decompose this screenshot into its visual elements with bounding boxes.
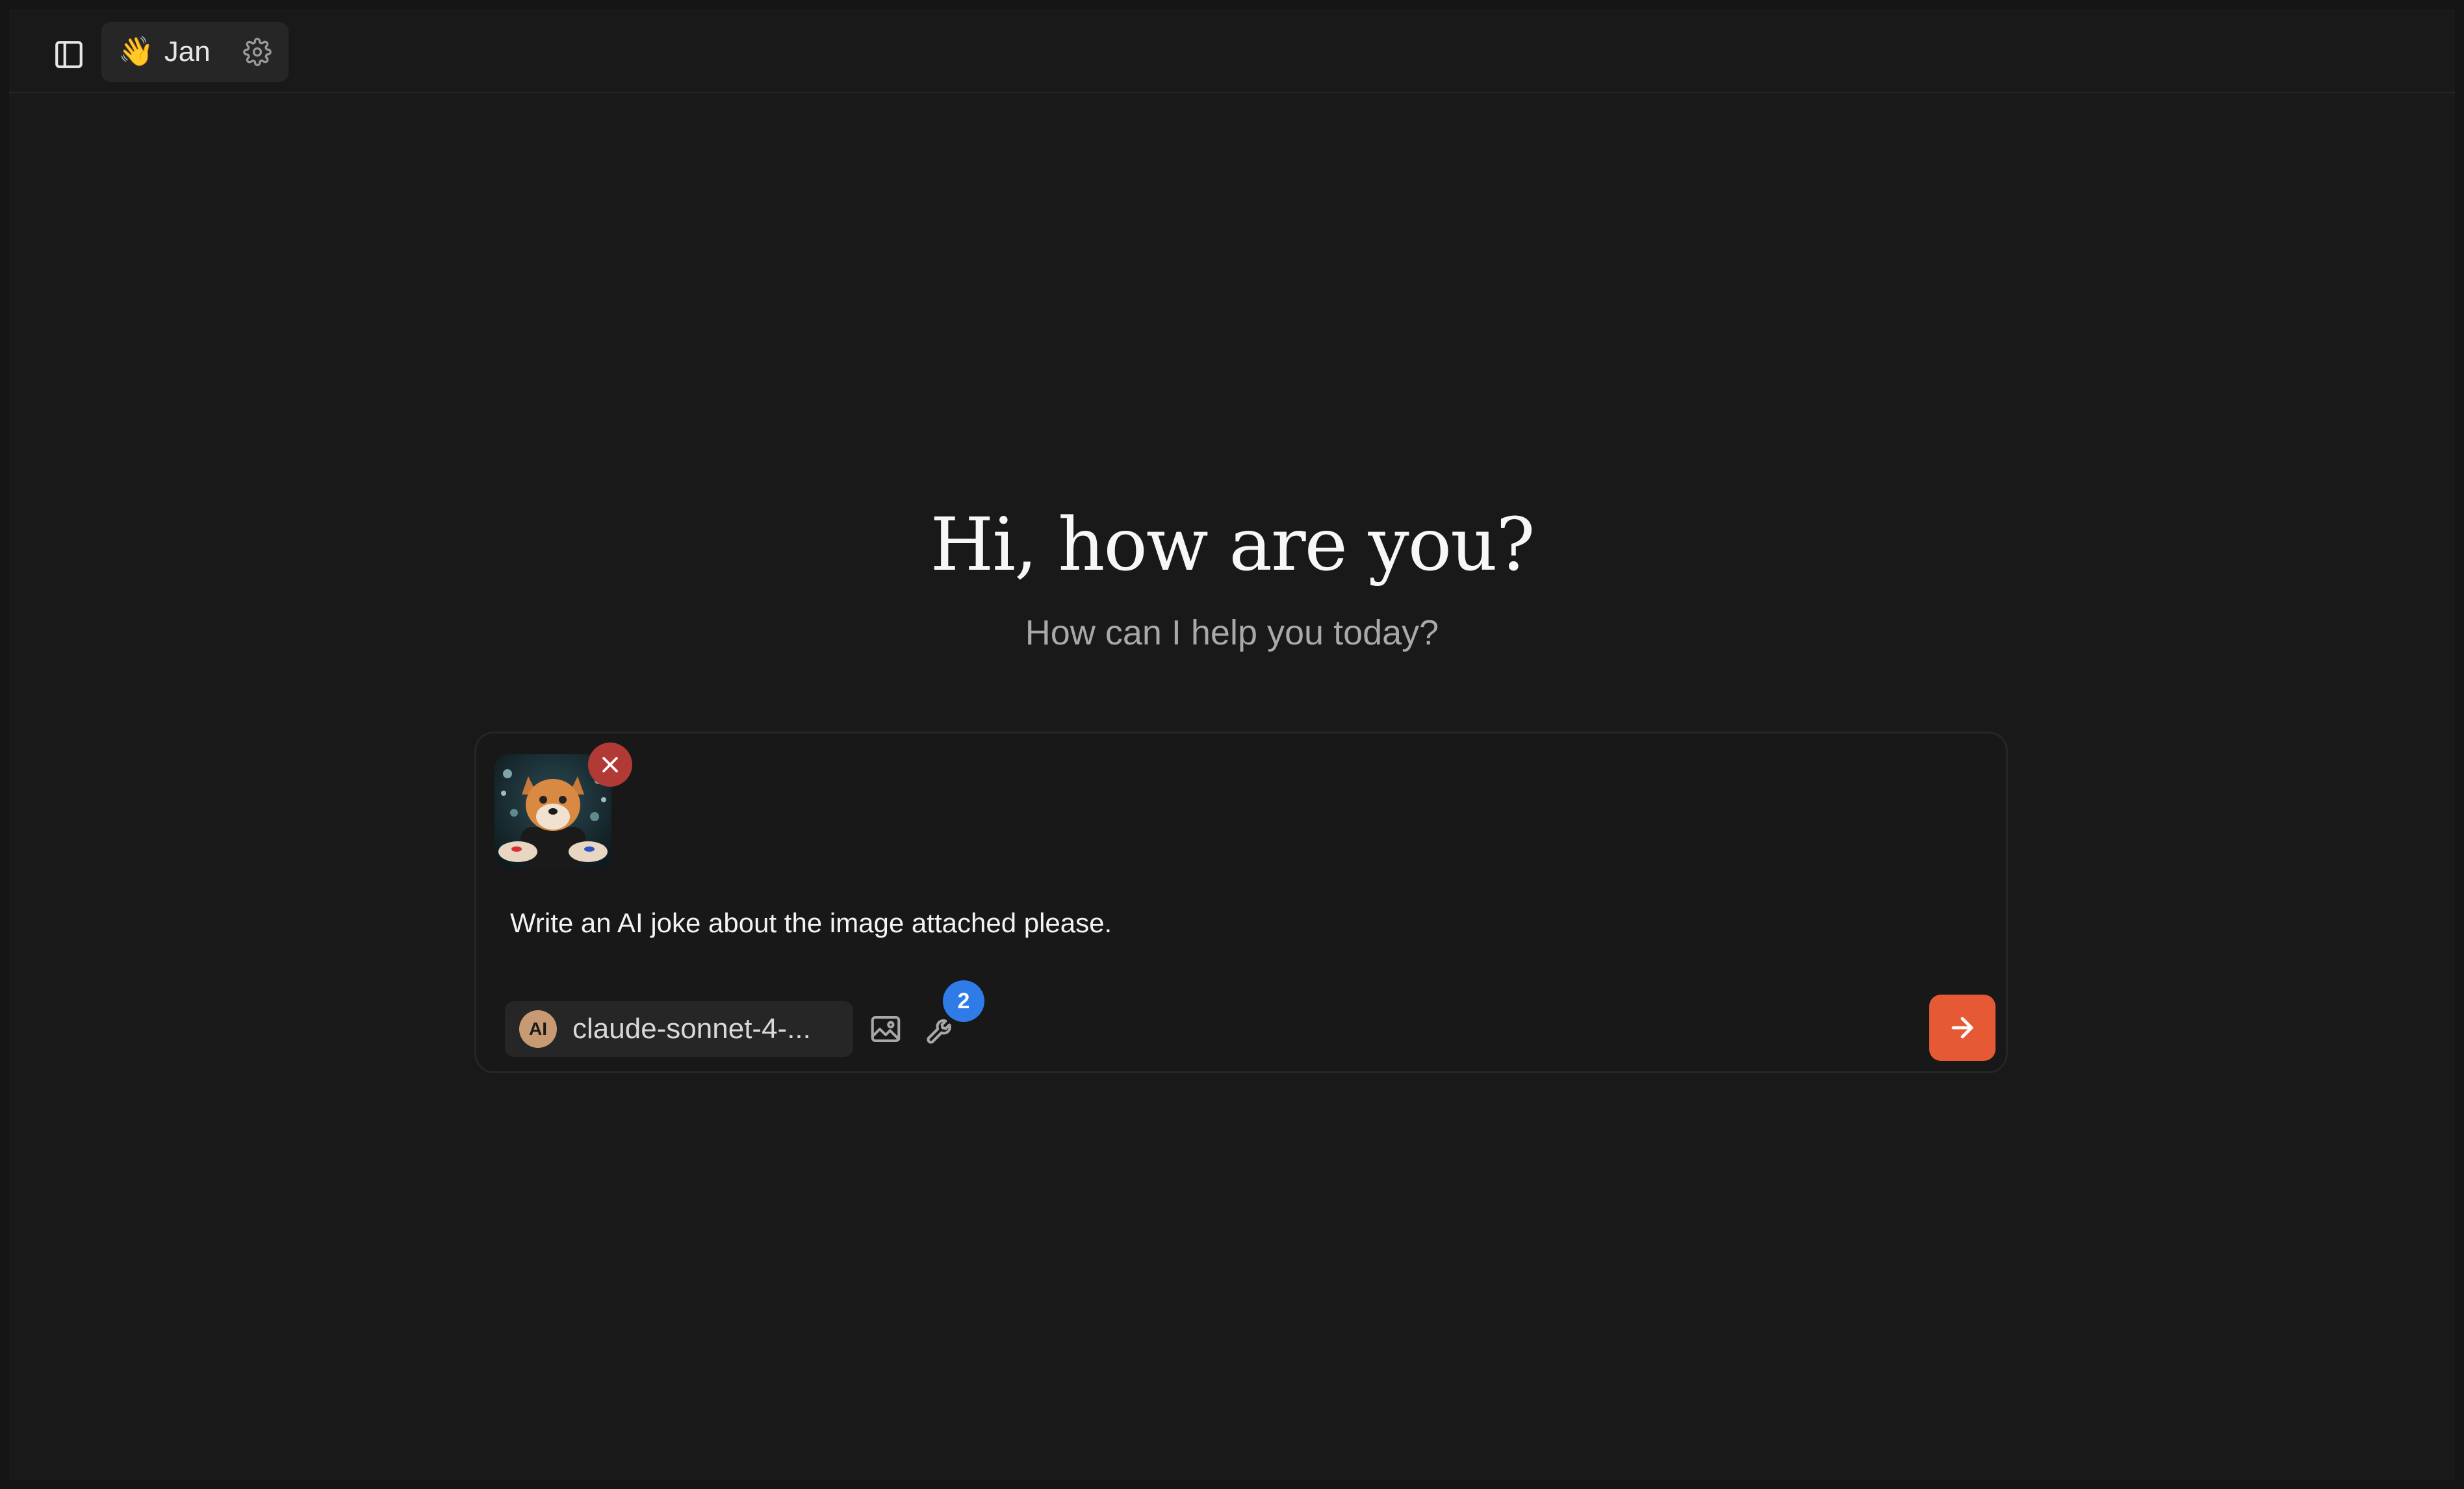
- welcome-title: Hi, how are you?: [930, 503, 1535, 587]
- close-icon: [602, 757, 618, 772]
- sidebar-toggle-button[interactable]: [45, 31, 92, 78]
- wave-emoji: 👋: [118, 35, 154, 68]
- assistant-selector[interactable]: 👋 Jan: [101, 22, 289, 82]
- assistant-settings-button[interactable]: [242, 36, 273, 68]
- model-name: claude-sonnet-4-...: [572, 1013, 811, 1045]
- arrow-right-icon: [1951, 1017, 1973, 1039]
- send-button[interactable]: [1929, 995, 1996, 1061]
- top-bar: 👋 Jan: [9, 9, 2455, 94]
- sidebar-icon: [55, 41, 83, 68]
- message-input[interactable]: Write an AI joke about the image attache…: [510, 897, 1940, 949]
- attach-image-button[interactable]: [865, 1008, 906, 1050]
- model-selector[interactable]: AI claude-sonnet-4-...: [505, 1001, 853, 1057]
- app-window: 👋 Jan Hi, how are you? How can I help yo…: [0, 0, 2464, 1489]
- gear-icon: [243, 38, 272, 66]
- anthropic-icon: AI: [519, 1010, 557, 1048]
- remove-attachment-button[interactable]: [588, 743, 632, 787]
- image-icon: [871, 1015, 901, 1043]
- assistant-name: Jan: [164, 36, 211, 68]
- tools-count-badge: 2: [943, 980, 984, 1022]
- welcome-subtitle: How can I help you today?: [1025, 613, 1439, 652]
- chat-composer: Write an AI joke about the image attache…: [474, 732, 2008, 1073]
